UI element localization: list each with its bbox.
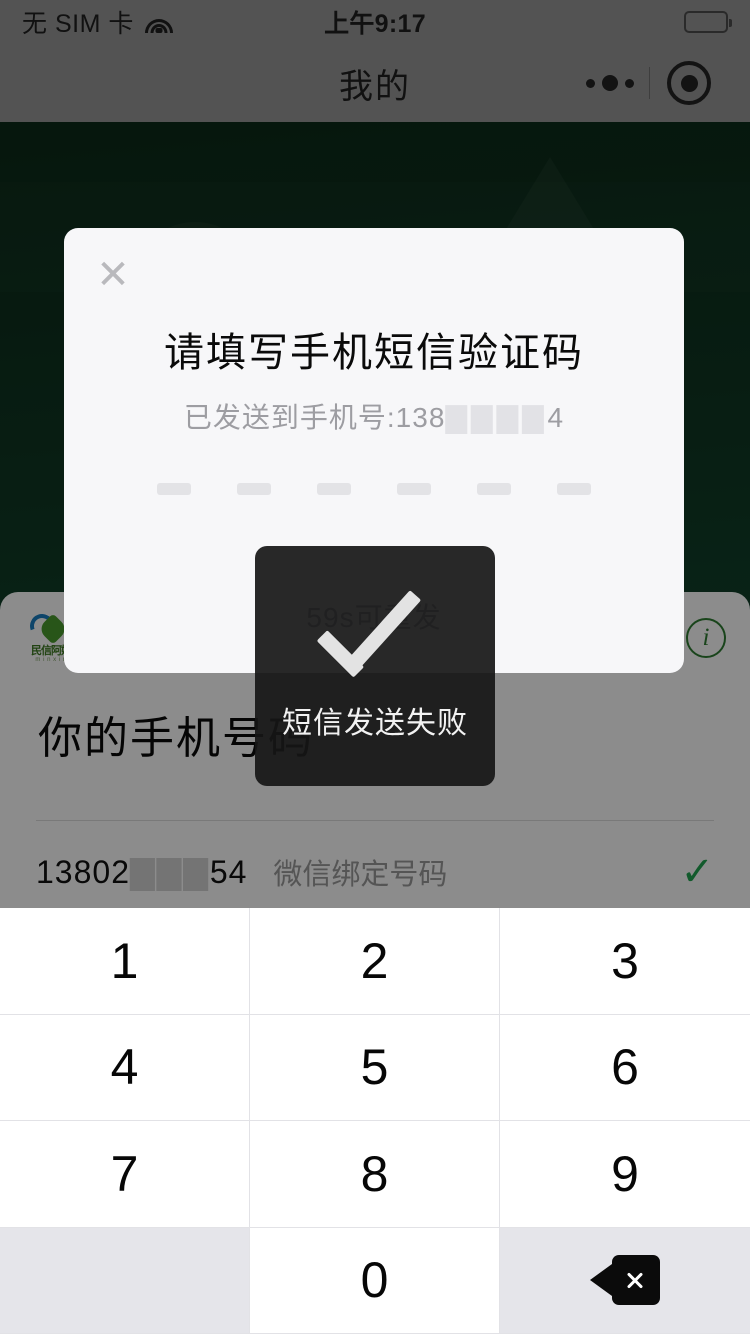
key-9[interactable]: 9 [500, 1121, 750, 1228]
status-bar-right [684, 11, 732, 33]
check-icon [310, 584, 440, 676]
ellipsis-icon[interactable] [571, 75, 649, 91]
clock-label: 上午9:17 [324, 10, 426, 38]
toast-text: 短信发送失败 [282, 707, 468, 740]
key-1[interactable]: 1 [0, 908, 250, 1015]
close-icon[interactable]: ✕ [90, 252, 136, 298]
phone-screen: 民信阿姨 m i n x i n 民信阿姨 申请使用 i 你的手机号码 1380… [0, 0, 750, 1334]
key-6[interactable]: 6 [500, 1014, 750, 1121]
key-5[interactable]: 5 [250, 1014, 500, 1121]
key-8[interactable]: 8 [250, 1121, 500, 1228]
numeric-keypad[interactable]: 123 456 7890 [0, 908, 750, 1334]
code-slot-4[interactable] [397, 483, 431, 495]
modal-title: 请填写手机短信验证码 [164, 331, 584, 375]
subtitle-mask: ▇▇▇▇ [445, 402, 548, 433]
key-7[interactable]: 7 [0, 1121, 250, 1228]
key-4[interactable]: 4 [0, 1014, 250, 1121]
subtitle-prefix: 已发送到手机号:138 [183, 402, 446, 433]
code-slot-6[interactable] [557, 483, 591, 495]
key-0[interactable]: 0 [250, 1227, 500, 1334]
key-backspace[interactable] [500, 1227, 750, 1334]
toast-message: 短信发送失败 [255, 546, 495, 786]
backspace-icon [590, 1255, 660, 1306]
nav-title: 我的 [339, 67, 411, 106]
battery-icon [684, 11, 732, 33]
key-blank [0, 1227, 250, 1334]
code-slot-5[interactable] [477, 483, 511, 495]
code-slot-1[interactable] [157, 483, 191, 495]
key-3[interactable]: 3 [500, 908, 750, 1015]
subtitle-suffix: 4 [547, 402, 565, 433]
code-slot-3[interactable] [317, 483, 351, 495]
verification-code-input[interactable] [64, 483, 684, 495]
target-circle-icon[interactable] [650, 61, 728, 105]
key-2[interactable]: 2 [250, 908, 500, 1015]
miniprogram-capsule [571, 61, 728, 105]
code-slot-2[interactable] [237, 483, 271, 495]
nav-bar: 我的 [0, 44, 750, 122]
modal-subtitle: 已发送到手机号:138▇▇▇▇4 [64, 396, 684, 436]
status-bar: 无 SIM 卡 上午9:17 [0, 0, 750, 44]
